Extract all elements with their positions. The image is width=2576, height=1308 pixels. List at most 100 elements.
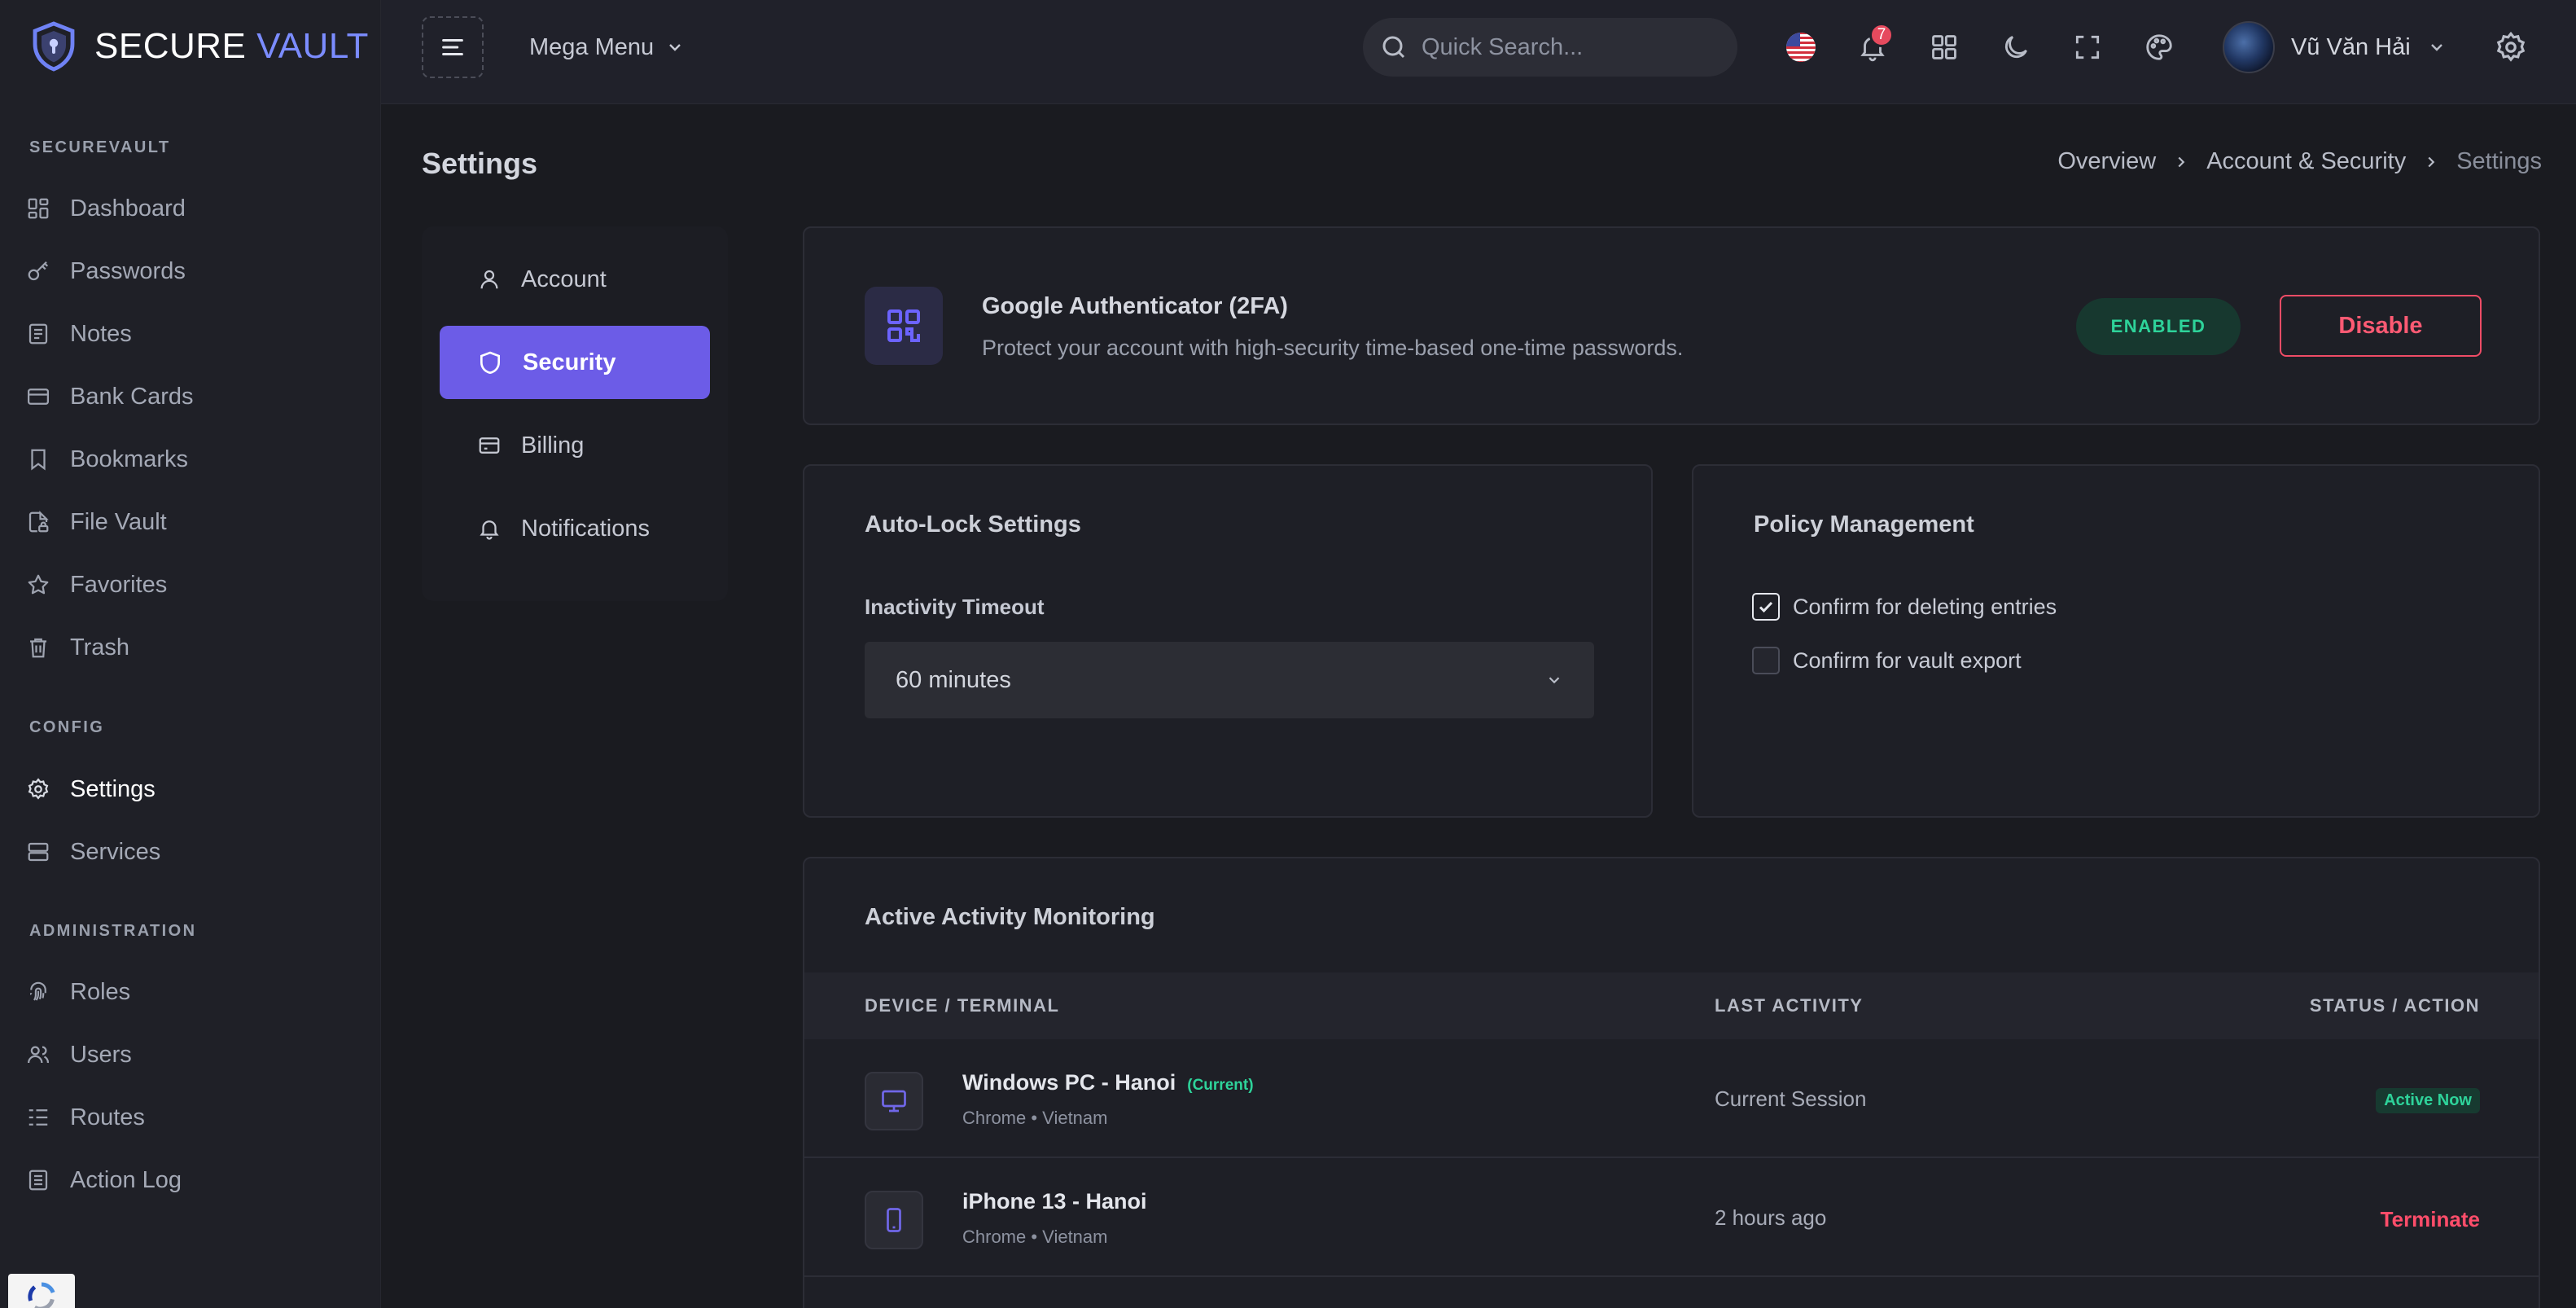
sidebar: SECURE VAULT SECUREVAULT Dashboard Passw…: [0, 0, 381, 1308]
list-tree-icon: [24, 1104, 52, 1131]
sidebar-item-routes[interactable]: Routes: [24, 1093, 350, 1142]
brand-logo[interactable]: SECURE VAULT: [31, 20, 369, 73]
sidebar-item-bookmarks[interactable]: Bookmarks: [24, 435, 350, 484]
brand-name: SECURE VAULT: [94, 26, 369, 66]
confirm-delete-checkbox[interactable]: [1752, 593, 1780, 621]
notifications-button[interactable]: 7: [1850, 23, 1895, 70]
activity-title: Active Activity Monitoring: [865, 904, 1155, 930]
confirm-export-checkbox[interactable]: [1752, 647, 1780, 674]
device-meta: Chrome • Vietnam: [962, 1227, 1108, 1247]
language-flag-button[interactable]: [1778, 24, 1824, 70]
checkbox-label: Confirm for vault export: [1793, 647, 2022, 673]
table-header: DEVICE / TERMINAL LAST ACTIVITY STATUS /…: [804, 972, 2539, 1039]
smartphone-icon: [865, 1191, 923, 1249]
sidebar-item-label: Trash: [70, 634, 130, 661]
notes-icon: [24, 320, 52, 348]
auto-lock-card: Auto-Lock Settings Inactivity Timeout 60…: [803, 464, 1653, 818]
policy-management-card: Policy Management Confirm for deleting e…: [1692, 464, 2540, 818]
status-badge: Active Now: [2376, 1088, 2480, 1113]
twofa-title: Google Authenticator (2FA): [982, 293, 1288, 319]
sidebar-item-label: Bookmarks: [70, 446, 189, 472]
tab-notifications[interactable]: Notifications: [440, 492, 710, 565]
sidebar-item-bank-cards[interactable]: Bank Cards: [24, 372, 350, 421]
search-input[interactable]: [1422, 33, 1715, 61]
file-lock-icon: [24, 508, 52, 536]
tab-account[interactable]: Account: [440, 243, 710, 316]
bell-icon: [477, 516, 502, 541]
breadcrumb: Overview Account & Security Settings: [2057, 148, 2542, 175]
quick-search[interactable]: [1363, 18, 1737, 77]
theme-customizer-button[interactable]: [2136, 24, 2182, 70]
sidebar-item-dashboard[interactable]: Dashboard: [24, 184, 350, 233]
recaptcha-badge[interactable]: [8, 1274, 75, 1308]
user-menu[interactable]: Vũ Văn Hải: [2223, 18, 2447, 77]
sidebar-item-notes[interactable]: Notes: [24, 309, 350, 358]
dashboard-icon: [24, 195, 52, 222]
star-icon: [24, 571, 52, 599]
sidebar-item-label: Services: [70, 838, 161, 865]
hamburger-icon: [439, 33, 467, 61]
inactivity-timeout-label: Inactivity Timeout: [865, 595, 1045, 619]
trash-icon: [24, 634, 52, 661]
avatar: [2223, 21, 2275, 73]
nav-section-securevault: SECUREVAULT: [29, 138, 171, 156]
breadcrumb-account-security[interactable]: Account & Security: [2206, 148, 2406, 175]
fullscreen-icon: [2072, 32, 2103, 63]
sidebar-item-users[interactable]: Users: [24, 1030, 350, 1079]
shield-icon: [477, 349, 503, 375]
auto-lock-title: Auto-Lock Settings: [865, 511, 1081, 538]
sidebar-item-trash[interactable]: Trash: [24, 623, 350, 672]
page-title: Settings: [422, 147, 538, 180]
current-device-tag: (Current): [1187, 1077, 1254, 1094]
sidebar-item-settings[interactable]: Settings: [24, 765, 350, 814]
fullscreen-button[interactable]: [2065, 24, 2110, 70]
sidebar-item-action-log[interactable]: Action Log: [24, 1156, 350, 1205]
terminate-session-button[interactable]: Terminate: [2381, 1207, 2480, 1232]
log-icon: [24, 1166, 52, 1194]
server-icon: [24, 838, 52, 866]
sidebar-item-file-vault[interactable]: File Vault: [24, 498, 350, 546]
status-badge: ENABLED: [2076, 298, 2241, 355]
twofa-card: Google Authenticator (2FA) Protect your …: [803, 226, 2540, 425]
apps-grid-button[interactable]: [1921, 24, 1967, 70]
settings-subnav: Account Security Billing Notifications: [422, 226, 728, 601]
mega-menu-dropdown[interactable]: Mega Menu: [529, 26, 685, 68]
sidebar-item-label: Routes: [70, 1104, 145, 1130]
chevron-right-icon: [2172, 153, 2190, 171]
dark-mode-toggle[interactable]: [1993, 24, 2039, 70]
last-activity: Current Session: [1715, 1086, 1867, 1111]
checkmark-icon: [1756, 597, 1776, 617]
settings-button[interactable]: [2488, 24, 2534, 70]
device-meta: Chrome • Vietnam: [962, 1108, 1108, 1128]
users-icon: [24, 1041, 52, 1069]
sidebar-item-services[interactable]: Services: [24, 827, 350, 876]
qr-code-icon: [865, 287, 943, 365]
disable-2fa-button[interactable]: Disable: [2280, 295, 2482, 357]
sidebar-item-label: Action Log: [70, 1166, 182, 1193]
breadcrumb-current: Settings: [2456, 148, 2542, 174]
user-icon: [477, 267, 502, 292]
activity-monitoring-card: Active Activity Monitoring DEVICE / TERM…: [803, 857, 2540, 1308]
sidebar-item-favorites[interactable]: Favorites: [24, 560, 350, 609]
sidebar-item-roles[interactable]: Roles: [24, 968, 350, 1016]
moon-icon: [2000, 32, 2031, 63]
tab-label: Billing: [521, 432, 585, 459]
tab-billing[interactable]: Billing: [440, 409, 710, 482]
top-header: Mega Menu 7: [381, 0, 2576, 104]
table-row: Windows PC - Hanoi (Current) Chrome • Vie…: [804, 1039, 2539, 1158]
bookmark-icon: [24, 446, 52, 473]
gear-icon: [24, 775, 52, 803]
menu-toggle-button[interactable]: [422, 16, 484, 78]
inactivity-timeout-select[interactable]: 60 minutes: [865, 642, 1594, 718]
tab-label: Notifications: [521, 515, 650, 542]
last-activity: 2 hours ago: [1715, 1205, 1827, 1230]
column-header-device: DEVICE / TERMINAL: [865, 995, 1060, 1016]
confirm-export-option[interactable]: Confirm for vault export: [1752, 647, 2022, 674]
breadcrumb-overview[interactable]: Overview: [2057, 148, 2156, 175]
checkbox-label: Confirm for deleting entries: [1793, 594, 2057, 619]
confirm-delete-option[interactable]: Confirm for deleting entries: [1752, 593, 2057, 621]
sidebar-item-label: Favorites: [70, 571, 168, 598]
sidebar-item-label: File Vault: [70, 508, 167, 535]
tab-security[interactable]: Security: [440, 326, 710, 399]
sidebar-item-passwords[interactable]: Passwords: [24, 247, 350, 296]
